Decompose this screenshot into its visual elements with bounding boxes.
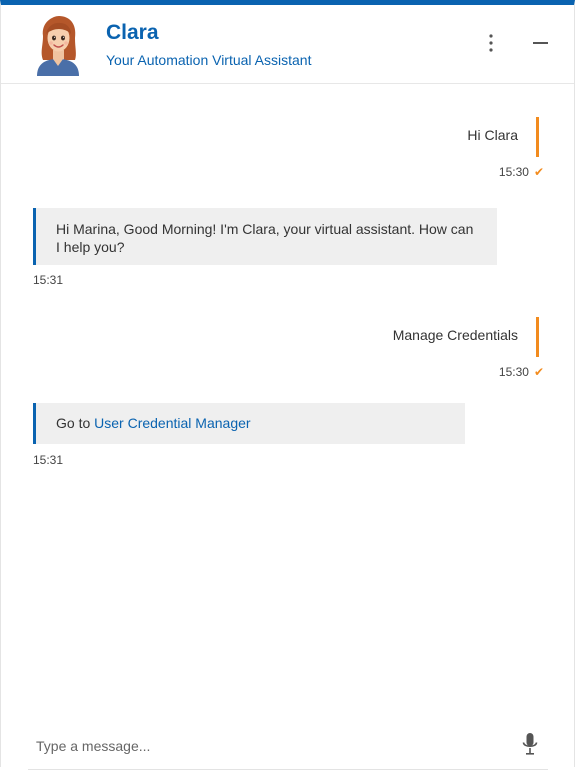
message-timestamp: 15:30 ✔ [499, 365, 544, 379]
microphone-icon [522, 733, 538, 755]
user-message: Manage Credentials [392, 327, 518, 343]
message-time: 15:30 [498, 165, 529, 179]
bot-subtitle: Your Automation Virtual Assistant [106, 52, 312, 68]
more-options-button[interactable] [480, 31, 502, 55]
chat-header: Clara Your Automation Virtual Assistant [1, 5, 574, 84]
voice-input-button[interactable] [518, 729, 542, 759]
chat-window: Clara Your Automation Virtual Assistant … [0, 0, 575, 770]
user-message-accent-bar [536, 117, 539, 157]
bot-message-bubble: Go to User Credential Manager [33, 403, 465, 444]
minimize-button[interactable] [527, 31, 553, 55]
user-credential-manager-link[interactable]: User Credential Manager [94, 415, 250, 431]
bot-avatar [31, 14, 85, 76]
message-time: 15:30 [498, 365, 529, 379]
kebab-menu-icon [489, 34, 493, 52]
minimize-icon [532, 42, 548, 44]
bot-message-prefix: Go to [56, 415, 95, 431]
message-time: 15:31 [33, 453, 64, 467]
female-assistant-avatar-icon [37, 16, 79, 76]
user-message-accent-bar [536, 317, 539, 357]
message-composer [28, 725, 548, 770]
bot-name: Clara [106, 21, 159, 44]
check-icon: ✔ [533, 165, 544, 179]
bot-message-text: Hi Marina, Good Morning! I'm Clara, your… [56, 221, 474, 255]
bot-message-bubble: Hi Marina, Good Morning! I'm Clara, your… [33, 208, 497, 265]
user-message: Hi Clara [467, 127, 518, 143]
message-input[interactable] [36, 731, 506, 761]
message-time: 15:31 [33, 273, 64, 287]
check-icon: ✔ [533, 365, 544, 379]
message-timestamp: 15:30 ✔ [499, 165, 544, 179]
